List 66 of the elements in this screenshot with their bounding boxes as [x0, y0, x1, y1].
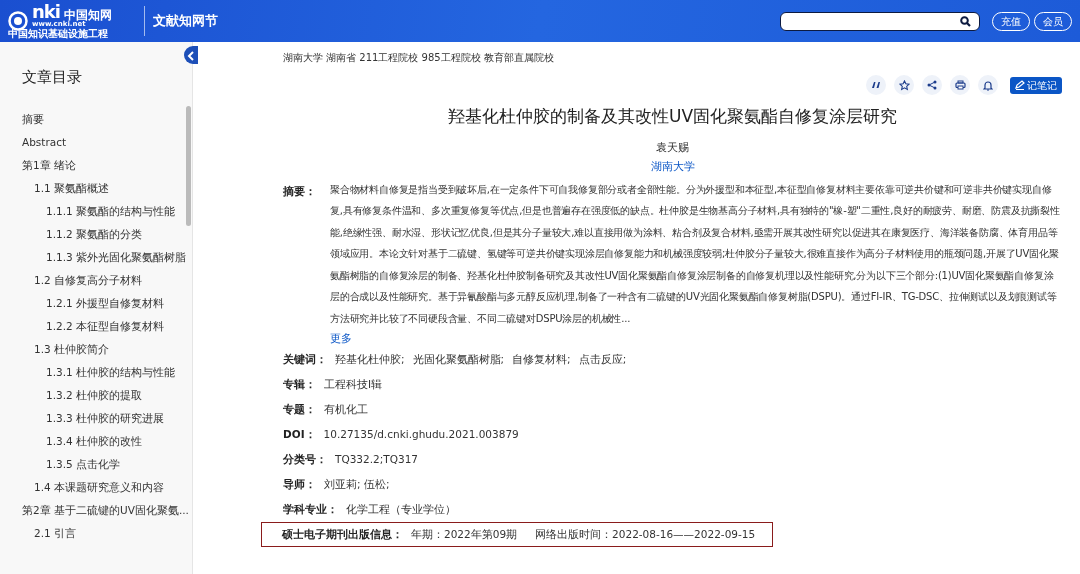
toc-item[interactable]: 1.2 自修复高分子材料 [34, 274, 143, 286]
share-icon [927, 80, 937, 90]
toc-item[interactable]: 1.3.1 杜仲胶的结构与性能 [46, 366, 176, 378]
pencil-icon [1015, 80, 1025, 90]
favorite-button[interactable] [894, 75, 914, 95]
institution-text: 湖南大学 湖南省 211工程院校 985工程院校 教育部直属院校 [283, 51, 555, 65]
affiliation-link[interactable]: 湖南大学 [650, 159, 695, 173]
toc-item[interactable]: 第2章 基于二硫键的UV固化聚氨... [22, 504, 189, 516]
article-title: 羟基化杜仲胶的制备及其改性UV固化聚氨酯自修复涂层研究 [446, 105, 899, 128]
field-value: 年期：2022年第09期 [411, 526, 518, 542]
toc-item[interactable]: 1.4 本课题研究意义和内容 [34, 481, 165, 493]
chevron-left-icon [187, 50, 195, 61]
field-label: 专辑： [283, 376, 316, 392]
sidebar-title: 文章目录 [22, 67, 83, 88]
field-value: 光固化聚氨酯树脂; [412, 351, 505, 367]
toc-item[interactable]: 第1章 绪论 [22, 159, 77, 171]
toc-item[interactable]: 1.3.2 杜仲胶的提取 [46, 389, 143, 401]
notification-button[interactable] [978, 75, 998, 95]
star-icon [898, 79, 910, 91]
toc-item[interactable]: 1.2.2 本征型自修复材料 [46, 320, 165, 332]
quote-button[interactable] [866, 75, 886, 95]
field-label: 导师： [283, 476, 316, 492]
toc-item[interactable]: 1.1.3 紫外光固化聚氨酯树脂 [46, 251, 187, 263]
toc-item[interactable]: 1.2.1 外援型自修复材料 [46, 297, 165, 309]
field-label: 专题： [283, 401, 316, 417]
field-label: 学科专业： [283, 501, 338, 517]
field-value: 化学工程（专业学位） [346, 501, 456, 517]
toc-item[interactable]: 1.3 杜仲胶简介 [34, 343, 110, 355]
print-button[interactable] [950, 75, 970, 95]
toc-item[interactable]: 1.1 聚氨酯概述 [34, 182, 110, 194]
search-icon [960, 15, 971, 27]
toc-item[interactable]: 1.1.1 聚氨酯的结构与性能 [46, 205, 176, 217]
share-button[interactable] [922, 75, 942, 95]
field-value: TQ332.2;TQ317 [335, 451, 418, 467]
toc-item[interactable]: Abstract [22, 136, 67, 148]
field-label: 关键词： [283, 351, 327, 367]
toc-item[interactable]: 摘要 [22, 113, 44, 125]
quote-icon [871, 81, 881, 89]
toc-item[interactable]: 1.3.4 杜仲胶的改性 [46, 435, 143, 447]
toc-item[interactable]: 1.3.3 杜仲胶的研究进展 [46, 412, 165, 424]
toc-item[interactable]: 2.1 引言 [34, 527, 77, 539]
field-label: 硕士电子期刊出版信息： [282, 526, 403, 542]
print-icon [954, 80, 966, 90]
toc-item[interactable]: 1.3.5 点击化学 [46, 458, 121, 470]
field-value: 10.27135/d.cnki.ghudu.2021.003879 [323, 426, 519, 442]
field-value: 点击反应; [578, 351, 627, 367]
field-value: 刘亚莉; 伍松; [324, 476, 390, 492]
toc-item[interactable]: 1.1.2 聚氨酯的分类 [46, 228, 143, 240]
field-label: DOI： [283, 426, 316, 442]
bell-icon [983, 79, 993, 91]
logo-text: nki [32, 3, 60, 21]
field-value: 网络出版时间：2022-08-16——2022-09-15 [535, 526, 756, 542]
abstract-text: 聚合物材料自修复是指当受到破坏后,在一定条件下可自我修复部分或者全部性能。分为外援型和本征型,本征型自修复材料主要依靠可逆共价键和可逆非共价键实现自修复,具有修复条件温和、多次重复修复等优点,但是也普遍存在强度低的缺点。杜仲胶是生物基高分子材料,具有独特的"橡-塑"二重性,良好的耐疲劳、耐磨、防震及抗撕裂性能,绝缘性强、耐水湿、形状记忆优良,但是其分子量较大,难以直接用做为涂料、粘合剂及复合材料,亟需开展其改性研究以促进其在康复医疗、海洋装备防腐、体育用品等领域应用。本论文针对基于二硫键、氢键等可逆共价键实现涂层自修复能力和机械强度较弱;杜仲胶分子量较大,很难直接作为高分子材料使用的瓶颈问题,开展了UV固化聚氨酯树脂的自修复涂层的制备、羟基化杜仲胶制备研究及其改性UV固化聚氨酯自修复涂层制备的自修复机理以及性能研究,分为以下三个部分:(1)UV固化聚氨酯自修复涂层的合成以及性能研究。基于异氰酸酯与多元醇反应机理,制备了一种含有二硫键的UV光固化聚氨酯自修复树脂(DSPU)。通过FI-IR、TG-DSC、拉伸测试以及划痕测试等方法研究并比较了不同硬段含量、不同二硫键对DSPU涂层的机械性... [330, 182, 1061, 326]
author-link[interactable]: 袁天赐 [656, 140, 689, 154]
field-value: 有机化工 [324, 401, 368, 417]
logo-text: 中国知网 [63, 9, 112, 21]
collapse-button[interactable] [184, 46, 198, 64]
field-label: 摘要： [283, 183, 317, 200]
note-button[interactable]: 记笔记 [1010, 76, 1062, 94]
section-title: 文献知网节 [153, 12, 218, 31]
field-value: 工程科技Ⅰ辑 [324, 376, 383, 392]
more-link[interactable]: 更多 [330, 332, 352, 345]
search-field[interactable] [780, 11, 980, 31]
field-label: 分类号： [283, 451, 327, 467]
field-value: 羟基化杜仲胶; [335, 351, 405, 367]
field-value: 自修复材料; [512, 351, 571, 367]
